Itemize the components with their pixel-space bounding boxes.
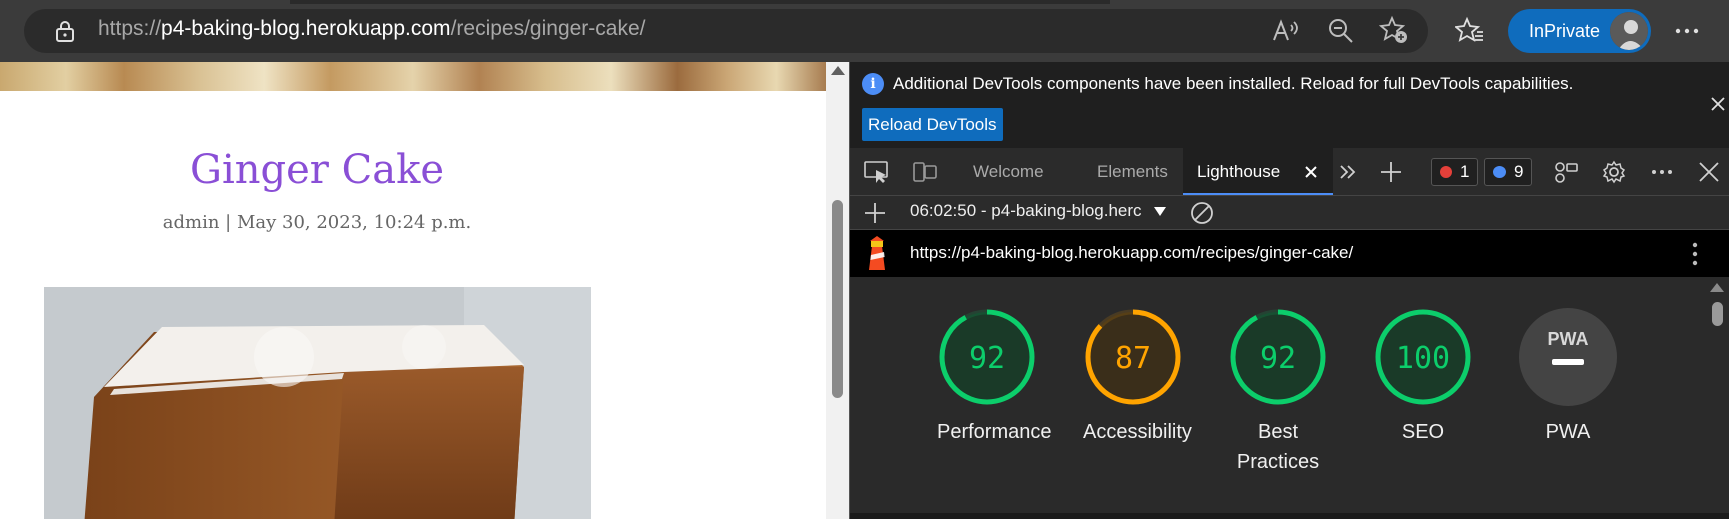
report-url[interactable]: https://p4-baking-blog.herokuapp.com/rec… — [910, 243, 1353, 263]
close-tab-icon[interactable] — [1305, 166, 1317, 178]
read-aloud-icon[interactable] — [1270, 16, 1300, 46]
profile-icon — [1610, 12, 1648, 50]
inprivate-button[interactable]: InPrivate — [1508, 9, 1651, 53]
more-icon[interactable] — [1672, 16, 1702, 46]
reload-devtools-button[interactable]: Reload DevTools — [862, 108, 1003, 141]
message-icon — [1493, 166, 1506, 178]
report-url-row: https://p4-baking-blog.herokuapp.com/rec… — [850, 230, 1729, 277]
lock-icon[interactable] — [54, 19, 76, 43]
network-console-icon[interactable] — [1553, 160, 1579, 184]
score-label: Best Practices — [1236, 421, 1320, 473]
page-scrollbar[interactable] — [826, 62, 849, 519]
lighthouse-scores: 92 Performance 87 Accessibility 92 Best … — [850, 277, 1729, 519]
favorites-icon[interactable] — [1455, 16, 1485, 46]
score-value: 92 — [1260, 341, 1296, 376]
web-page: Ginger Cake admin | May 30, 2023, 10:24 … — [0, 62, 849, 519]
pwa-badge-text: PWA — [1547, 329, 1588, 349]
post-meta: admin | May 30, 2023, 10:24 p.m. — [162, 212, 472, 233]
devtools-panel: i Additional DevTools components have be… — [849, 62, 1729, 519]
zoom-out-icon[interactable] — [1326, 16, 1356, 46]
page-scroll-thumb[interactable] — [832, 200, 843, 398]
cake-photo — [44, 287, 591, 519]
info-message: Additional DevTools components have been… — [893, 74, 1574, 93]
error-icon — [1440, 166, 1452, 178]
lighthouse-logo-icon — [869, 236, 885, 270]
score-gauge-performance[interactable]: 92 Performance — [937, 307, 1052, 447]
url-host: p4-baking-blog.herokuapp.com — [161, 17, 451, 40]
message-count: 9 — [1514, 162, 1524, 181]
settings-gear-icon[interactable] — [1602, 160, 1626, 184]
score-ring: 92 — [1230, 309, 1326, 405]
inspect-element-icon[interactable] — [864, 160, 890, 184]
score-gauge-best-practices[interactable]: 92 Best Practices — [1228, 307, 1328, 477]
score-gauge-pwa[interactable]: PWA PWA — [1518, 307, 1618, 447]
score-ring: 87 — [1085, 309, 1181, 405]
url-text[interactable]: https://p4-baking-blog.herokuapp.com/rec… — [98, 17, 646, 41]
score-value: 87 — [1115, 341, 1151, 376]
new-report-icon[interactable] — [864, 202, 886, 224]
tab-lighthouse[interactable]: Lighthouse — [1183, 148, 1333, 195]
chevron-down-icon[interactable] — [1154, 207, 1166, 217]
inprivate-label: InPrivate — [1529, 20, 1601, 41]
url-prefix: https:// — [98, 17, 162, 40]
pwa-badge-icon: PWA — [1519, 308, 1617, 406]
tab-strip-edge — [290, 0, 1110, 4]
score-label: SEO — [1401, 421, 1445, 443]
info-icon: i — [862, 73, 884, 95]
score-gauge-accessibility[interactable]: 87 Accessibility — [1083, 307, 1192, 447]
more-options-icon[interactable] — [1650, 160, 1674, 184]
score-label: PWA — [1545, 421, 1591, 443]
url-path: /recipes/ginger-cake/ — [450, 17, 646, 40]
devtools-tab-bar: Welcome Elements Lighthouse 1 9 — [850, 148, 1729, 196]
scroll-up-arrow-icon[interactable] — [831, 66, 845, 75]
error-count: 1 — [1460, 162, 1470, 181]
page-title: Ginger Cake — [190, 147, 444, 193]
add-favorite-icon[interactable] — [1379, 15, 1409, 45]
report-menu-icon[interactable] — [1690, 242, 1700, 266]
score-ring: 92 — [939, 309, 1035, 405]
panel-bottom-edge — [850, 513, 1729, 519]
score-gauge-seo[interactable]: 100 SEO — [1373, 307, 1473, 447]
message-count-badge[interactable]: 9 — [1484, 158, 1533, 186]
score-label: Accessibility — [1083, 421, 1192, 443]
tab-welcome[interactable]: Welcome — [973, 148, 1044, 195]
devtools-infobar: i Additional DevTools components have be… — [850, 62, 1729, 148]
tab-elements[interactable]: Elements — [1097, 148, 1168, 195]
active-tab-indicator — [1183, 193, 1333, 195]
scroll-up-arrow-icon[interactable] — [1710, 283, 1724, 292]
score-value: 92 — [969, 341, 1005, 376]
cake-image — [44, 287, 591, 519]
lighthouse-report-bar: 06:02:50 - p4-baking-blog.herc — [850, 196, 1729, 230]
score-value: 100 — [1396, 341, 1450, 376]
report-select[interactable]: 06:02:50 - p4-baking-blog.herc — [910, 201, 1150, 221]
devtools-scroll-thumb[interactable] — [1712, 302, 1723, 326]
clear-reports-icon[interactable] — [1190, 201, 1214, 225]
more-tabs-icon[interactable] — [1338, 162, 1358, 182]
add-tab-icon[interactable] — [1379, 160, 1403, 184]
close-devtools-icon[interactable] — [1698, 161, 1720, 183]
score-ring: 100 — [1375, 309, 1471, 405]
tab-lighthouse-label: Lighthouse — [1197, 162, 1281, 181]
close-infobar-icon[interactable] — [1710, 96, 1726, 112]
score-label: Performance — [937, 421, 1052, 443]
avatar — [1610, 12, 1648, 50]
device-emulation-icon[interactable] — [912, 160, 938, 184]
error-count-badge[interactable]: 1 — [1431, 158, 1479, 186]
header-banner-image — [0, 62, 826, 91]
